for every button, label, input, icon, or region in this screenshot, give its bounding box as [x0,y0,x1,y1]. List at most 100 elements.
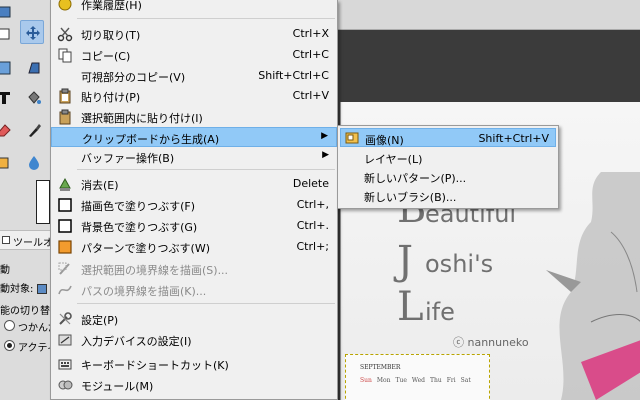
weekday-label: Sun [360,377,372,384]
weekday-label: Wed [411,377,425,384]
tool-eraser-icon[interactable] [0,118,16,142]
menu-item-paste-as[interactable]: クリップボードから生成(A) ▶ [51,127,337,147]
calendar-weekdays: Sun Mon Tue Wed Thu Fri Sat [360,377,476,384]
menu-item-paste-into[interactable]: 選択範囲内に貼り付け(I) [51,107,337,127]
tool-option-mode-label: 動 [0,265,10,276]
stroke-path-icon [58,285,72,295]
menu-item-label: 背景色で塗りつぶす(G) [81,221,198,234]
menu-item-label: クリップボードから生成(A) [82,133,220,146]
menu-item-clear[interactable]: 消去(E) Delete [51,174,337,194]
stroke-selection-icon [58,262,70,275]
tool-option-target-row: 動対象: [0,280,52,295]
submenu-item-new-brush[interactable]: 新しいブラシ(B)... [340,186,556,205]
menu-item-shortcut: Ctrl+; [296,240,330,253]
clear-icon [59,177,71,191]
submenu-item-shortcut: Shift+Ctrl+V [478,132,549,145]
menu-separator [77,169,335,170]
menu-separator [77,303,335,304]
submenu-item-label: 画像(N) [365,134,404,147]
tool-text-icon[interactable] [0,86,16,110]
menu-item-fill-fg[interactable]: 描画色で塗りつぶす(F) Ctrl+, [51,195,337,215]
menu-item-copy-visible[interactable]: 可視部分のコピー(V) Shift+Ctrl+C [51,66,337,86]
toolbox: ツールオプ 動 動対象: 能の切り替え つかんだ アクティ [0,0,52,400]
input-devices-icon [58,334,72,346]
title-rest-2: oshi's [425,250,494,278]
radio-pick-layer[interactable] [4,320,15,331]
menu-item-label: パターンで塗りつぶす(W) [81,242,211,255]
menu-item-label: 消去(E) [81,179,119,192]
menu-item-shortcut: Ctrl+X [292,27,329,40]
fill-fg-icon [58,198,72,212]
menu-item-cut[interactable]: 切り取り(T) Ctrl+X [51,24,337,44]
submenu-item-label: 新しいブラシ(B)... [364,191,457,204]
radio-pick-layer-label: つかんだ [18,323,52,334]
fill-pattern-icon [58,240,72,254]
tool-perspective-icon[interactable] [22,56,46,80]
submenu-item-new-image[interactable]: 画像(N) Shift+Ctrl+V [340,128,556,147]
menu-item-shortcut: Ctrl+C [292,48,329,61]
tool-blur-icon[interactable] [22,150,46,174]
menu-item-history[interactable]: 作業履歴(H) [51,0,337,14]
tool-options-label: ツールオプ [13,238,52,249]
submenu-item-new-layer[interactable]: レイヤー(L) [340,148,556,167]
menu-item-label: 描画色で塗りつぶす(F) [81,200,196,213]
menu-item-label: 貼り付け(P) [81,91,141,104]
paste-icon [59,88,71,104]
menu-item-preferences[interactable]: 設定(P) [51,309,337,329]
menu-item-label: 選択範囲内に貼り付け(I) [81,112,203,125]
scissors-icon [57,27,73,42]
menu-item-fill-pattern[interactable]: パターンで塗りつぶす(W) Ctrl+; [51,237,337,257]
menu-item-shortcut: Delete [292,177,329,190]
move-tool-icon[interactable] [20,20,44,44]
tool-align-icon[interactable] [0,22,16,46]
menu-item-label: 作業履歴(H) [81,0,142,12]
tool-clone-icon[interactable] [0,150,16,174]
tool-crop-icon[interactable] [0,56,16,80]
radio-active-layer-label: アクティ [18,343,52,354]
layer-target-icon[interactable] [36,284,47,294]
tool-options-tab[interactable]: ツールオプ [0,230,52,250]
title-cap-j: J [397,238,414,284]
tool-rect-select-icon[interactable] [0,0,16,24]
copy-icon [58,48,72,63]
edit-menu: 作業履歴(H) 切り取り(T) Ctrl+X コピー(C) Ctrl+C 可視部… [50,0,338,400]
submenu-item-new-pattern[interactable]: 新しいパターン(P)... [340,167,556,186]
menu-item-keyboard-shortcuts[interactable]: キーボードショートカット(K) [51,354,337,374]
menu-item-label: 入力デバイスの設定(I) [81,335,192,348]
menu-item-fill-bg[interactable]: 背景色で塗りつぶす(G) Ctrl+. [51,216,337,236]
paste-into-icon [59,109,71,125]
tool-option-toggle-label: 能の切り替え [0,306,52,317]
history-icon [58,0,72,11]
menu-item-buffer[interactable]: バッファー操作(B) ▶ [51,147,337,167]
menu-item-label: パスの境界線を描画(K)... [81,285,207,298]
menu-item-label: 選択範囲の境界線を描画(S)... [81,264,229,277]
menu-item-label: 可視部分のコピー(V) [81,71,186,84]
submenu-item-label: 新しいパターン(P)... [364,172,467,185]
tool-airbrush-icon[interactable] [22,118,46,142]
preferences-icon [59,312,72,325]
submenu-item-label: レイヤー(L) [364,153,423,166]
menu-item-input-devices[interactable]: 入力デバイスの設定(I) [51,330,337,350]
menu-item-copy[interactable]: コピー(C) Ctrl+C [51,45,337,65]
canvas-ruler [338,0,640,30]
weekday-label: Fri [446,377,456,384]
menu-item-shortcut: Shift+Ctrl+C [258,69,329,82]
tool-bucket-icon[interactable] [22,86,46,110]
menu-item-paste[interactable]: 貼り付け(P) Ctrl+V [51,86,337,106]
menu-item-label: 切り取り(T) [81,29,141,42]
menu-item-label: キーボードショートカット(K) [81,359,229,372]
credit-text: ⓒ nannuneko [453,336,529,349]
menu-item-stroke-path: パスの境界線を描画(K)... [51,280,337,300]
menu-item-modules[interactable]: モジュール(M) [51,375,337,395]
calendar-layer[interactable]: SEPTEMBER Sun Mon Tue Wed Thu Fri Sat [345,354,490,400]
menu-separator [77,18,335,19]
submenu-arrow-icon: ▶ [322,150,329,160]
keyboard-icon [58,359,72,370]
weekday-label: Tue [395,377,407,384]
fg-bg-color-swatch[interactable] [36,180,50,224]
paste-as-submenu: 画像(N) Shift+Ctrl+V レイヤー(L) 新しいパターン(P)...… [337,125,559,209]
title-rest-3: ife [425,298,455,326]
radio-active-layer[interactable] [4,340,15,351]
weekday-label: Mon [376,377,391,384]
menu-item-shortcut: Ctrl+V [292,89,329,102]
